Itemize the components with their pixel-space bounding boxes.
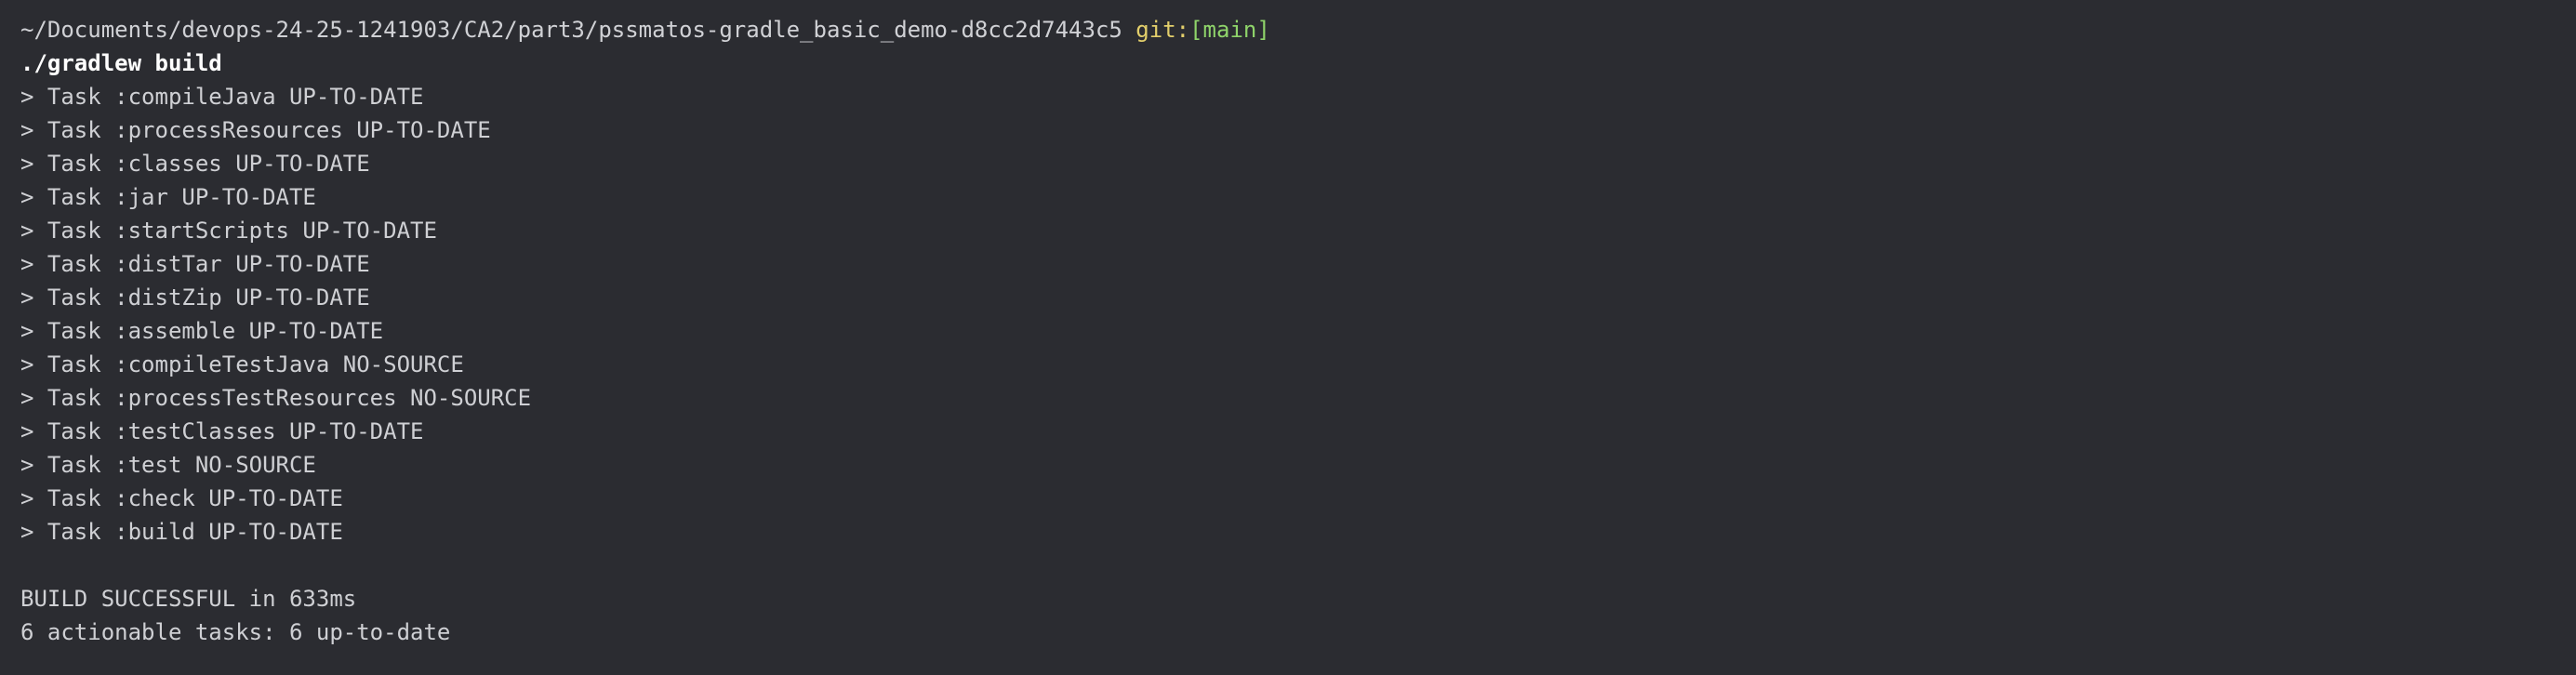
task-line: > Task :distTar UP-TO-DATE bbox=[20, 251, 370, 277]
git-label: git: bbox=[1135, 17, 1190, 43]
task-line: > Task :processTestResources NO-SOURCE bbox=[20, 385, 532, 411]
task-line: > Task :compileTestJava NO-SOURCE bbox=[20, 351, 464, 377]
command-line: ./gradlew build bbox=[20, 50, 222, 76]
task-line: > Task :jar UP-TO-DATE bbox=[20, 184, 316, 210]
task-line: > Task :testClasses UP-TO-DATE bbox=[20, 418, 424, 444]
task-line: > Task :assemble UP-TO-DATE bbox=[20, 318, 384, 344]
task-line: > Task :distZip UP-TO-DATE bbox=[20, 285, 370, 311]
git-branch: [main] bbox=[1189, 17, 1270, 43]
task-line: > Task :test NO-SOURCE bbox=[20, 452, 316, 478]
build-summary: 6 actionable tasks: 6 up-to-date bbox=[20, 619, 451, 645]
task-line: > Task :compileJava UP-TO-DATE bbox=[20, 84, 424, 110]
task-line: > Task :check UP-TO-DATE bbox=[20, 485, 343, 511]
task-line: > Task :processResources UP-TO-DATE bbox=[20, 117, 491, 143]
task-line: > Task :build UP-TO-DATE bbox=[20, 519, 343, 545]
task-output: > Task :compileJava UP-TO-DATE > Task :p… bbox=[20, 80, 2556, 549]
prompt-line: ~/Documents/devops-24-25-1241903/CA2/par… bbox=[20, 13, 2556, 46]
task-line: > Task :startScripts UP-TO-DATE bbox=[20, 218, 437, 244]
task-line: > Task :classes UP-TO-DATE bbox=[20, 151, 370, 177]
terminal-window[interactable]: ~/Documents/devops-24-25-1241903/CA2/par… bbox=[0, 0, 2576, 675]
prompt-path: ~/Documents/devops-24-25-1241903/CA2/par… bbox=[20, 17, 1122, 43]
build-status: BUILD SUCCESSFUL in 633ms bbox=[20, 586, 357, 612]
